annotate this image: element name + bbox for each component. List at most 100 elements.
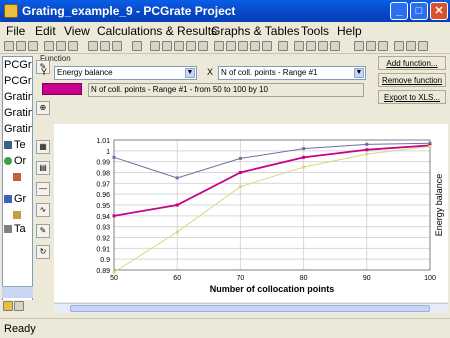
y-axis-label: Y xyxy=(41,67,48,77)
tree-item-label: Ta xyxy=(14,223,26,235)
tree-scrollbar[interactable] xyxy=(2,286,33,298)
chart-area[interactable]: 0.89 0.9 0.91 0.92 0.93 0.94 0.95 0.96 0.97 0.98 0… xyxy=(54,124,448,302)
series-description: N of coll. points - Range #1 - from 50 t… xyxy=(88,83,364,97)
tree-nav-icon[interactable] xyxy=(14,301,24,311)
y-tick-label: 0.95 xyxy=(96,203,110,210)
line-tool-icon[interactable]: ― xyxy=(36,182,50,196)
chart-type-icon[interactable]: ∿ xyxy=(36,203,50,217)
export-xls-button[interactable]: Export to XLS... xyxy=(378,90,446,104)
delete-graph-icon[interactable] xyxy=(306,41,316,51)
preview-icon[interactable] xyxy=(100,41,110,51)
about-icon[interactable] xyxy=(418,41,428,51)
table-edit-icon[interactable] xyxy=(366,41,376,51)
tree-item[interactable]: PCGra xyxy=(4,75,32,87)
data-point xyxy=(238,156,242,160)
fit-icon[interactable] xyxy=(198,41,208,51)
chart-icon xyxy=(13,211,21,220)
menu-file[interactable]: File xyxy=(6,24,25,38)
new-icon[interactable] xyxy=(4,41,14,51)
y-axis-title: Energy balance xyxy=(434,174,444,237)
tools-icon[interactable] xyxy=(406,41,416,51)
tree-item[interactable]: Gratin xyxy=(4,91,32,103)
open-icon[interactable] xyxy=(16,41,26,51)
zoom-icon[interactable]: ⊕ xyxy=(36,101,50,115)
export-graph-icon[interactable] xyxy=(318,41,328,51)
chart-scrollbar[interactable] xyxy=(54,303,448,313)
copy-icon[interactable] xyxy=(56,41,66,51)
maximize-button[interactable]: □ xyxy=(410,2,428,20)
tree-item[interactable]: Gratin xyxy=(4,107,32,119)
menu-calculations-results[interactable]: Calculations & Results xyxy=(97,24,217,38)
y-tick-label: 0.94 xyxy=(96,214,110,221)
series-color-swatch[interactable] xyxy=(42,83,82,95)
pan-icon[interactable] xyxy=(162,41,172,51)
project-tree[interactable]: PCGra PCGra Gratin Gratin Gratin Te Or G… xyxy=(2,56,33,312)
x-axis-label: X xyxy=(207,67,214,77)
tree-item-test[interactable]: Te xyxy=(4,139,26,151)
marker-icon[interactable]: ✎ xyxy=(36,224,50,238)
minimize-button[interactable]: _ xyxy=(390,2,408,20)
layer-icon[interactable] xyxy=(250,41,260,51)
status-text: Ready xyxy=(4,323,36,335)
menu-tools[interactable]: Tools xyxy=(301,24,329,38)
check-icon[interactable] xyxy=(394,41,404,51)
remove-function-button[interactable]: Remove function xyxy=(378,73,446,87)
y-tick-label: 0.91 xyxy=(96,246,110,253)
run-icon[interactable] xyxy=(226,41,236,51)
y-tick-label: 0.96 xyxy=(96,192,110,199)
legend-icon[interactable] xyxy=(330,41,340,51)
tree-item[interactable]: PCGra xyxy=(4,59,32,71)
y-tick-label: 0.97 xyxy=(96,181,110,188)
paste-icon[interactable] xyxy=(68,41,78,51)
y-tick-label: 0.9 xyxy=(100,257,110,264)
order-icon xyxy=(4,157,12,166)
table-export-icon[interactable] xyxy=(378,41,388,51)
y-tick-label: 0.99 xyxy=(96,160,110,167)
calc-icon[interactable] xyxy=(214,41,224,51)
help-icon[interactable] xyxy=(132,41,142,51)
table-view-icon[interactable]: ▤ xyxy=(36,161,50,175)
scrollbar-thumb[interactable] xyxy=(70,305,430,312)
menu-edit[interactable]: Edit xyxy=(35,24,56,38)
select-icon[interactable] xyxy=(150,41,160,51)
tree-item-graph-entry[interactable] xyxy=(13,209,23,221)
tree-item-graph-child[interactable] xyxy=(13,171,23,183)
y-function-select[interactable]: Energy balance ▼ xyxy=(54,66,197,80)
menu-help[interactable]: Help xyxy=(337,24,362,38)
add-function-button[interactable]: Add function... xyxy=(378,56,446,70)
chevron-down-icon[interactable]: ▼ xyxy=(185,68,195,78)
print-icon[interactable] xyxy=(88,41,98,51)
data-point xyxy=(238,171,242,174)
menu-view[interactable]: View xyxy=(64,24,90,38)
tree-item-label: Gr xyxy=(14,193,27,205)
graph-icon[interactable] xyxy=(294,41,304,51)
x-function-select[interactable]: N of coll. points - Range #1 ▼ xyxy=(218,66,366,80)
chevron-down-icon[interactable]: ▼ xyxy=(354,68,364,78)
data-point xyxy=(112,214,116,218)
zoom-in-icon[interactable] xyxy=(174,41,184,51)
tree-tool-icon[interactable] xyxy=(3,301,13,311)
tree-item[interactable]: Gratin xyxy=(4,123,32,135)
zoom-out-icon[interactable] xyxy=(186,41,196,51)
data-point xyxy=(175,176,179,180)
refresh-icon[interactable]: ↻ xyxy=(36,245,50,259)
title-bar: Grating_example_9 - PCGrate Project _ □ … xyxy=(0,0,450,22)
cut-icon[interactable] xyxy=(44,41,54,51)
x-tick-label: 70 xyxy=(237,275,245,282)
result-icon[interactable] xyxy=(278,41,288,51)
data-point xyxy=(112,270,116,274)
save-icon[interactable] xyxy=(28,41,38,51)
properties-icon[interactable] xyxy=(112,41,122,51)
close-button[interactable]: ✕ xyxy=(430,2,448,20)
profile-icon[interactable] xyxy=(262,41,272,51)
y-tick-label: 1 xyxy=(106,149,110,156)
graph-settings-icon[interactable]: ▦ xyxy=(36,140,50,154)
tree-item-order[interactable]: Or xyxy=(4,155,26,167)
tree-item-graphs[interactable]: Gr xyxy=(4,193,26,205)
menu-graphs-tables[interactable]: Graphs & Tables xyxy=(211,24,300,38)
tree-item-tables[interactable]: Ta xyxy=(4,223,26,235)
table-icon[interactable] xyxy=(354,41,364,51)
y-tick-label: 1.01 xyxy=(96,138,110,145)
x-function-value: N of coll. points - Range #1 xyxy=(221,68,318,77)
grating-icon[interactable] xyxy=(238,41,248,51)
